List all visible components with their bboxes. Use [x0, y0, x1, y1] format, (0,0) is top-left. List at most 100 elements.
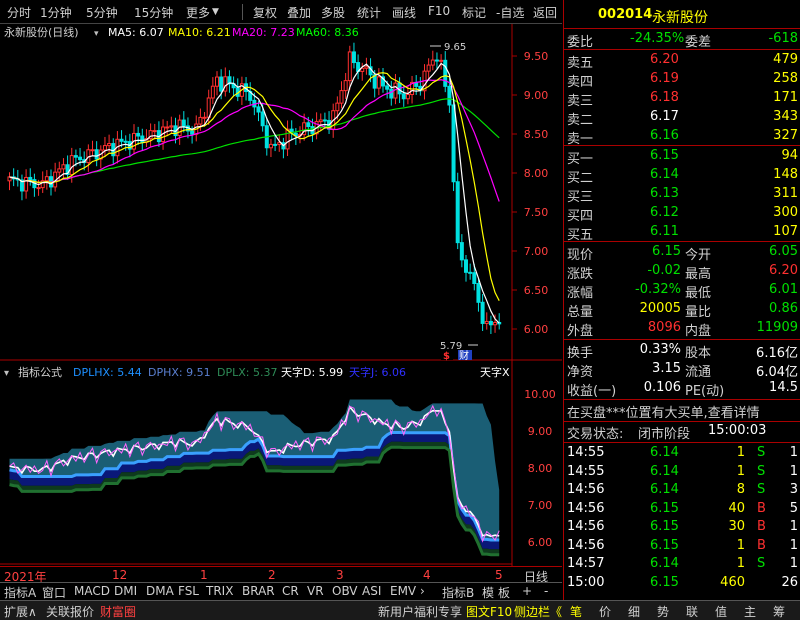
period-more-button[interactable]: 更多	[186, 4, 210, 21]
tab-brar[interactable]: BRAR	[242, 584, 275, 598]
finance-icon[interactable]: 财	[459, 349, 469, 362]
close-indicator-button[interactable]: 天字X	[480, 365, 510, 379]
candle	[376, 68, 381, 96]
tab-dmi[interactable]: DMI	[114, 584, 137, 598]
ask-row[interactable]: 卖四 6.19 258	[564, 70, 800, 90]
back-button[interactable]: 返回	[533, 4, 557, 21]
remove-window-button[interactable]: -	[544, 584, 548, 598]
tick-row[interactable]: 15:00 6.15 460 26	[564, 574, 800, 593]
tick-row[interactable]: 14:56 6.15 40 B 5	[564, 500, 800, 519]
wealth-circle-button[interactable]: 财富圈	[100, 603, 136, 620]
tab-trades[interactable]: 笔	[570, 603, 582, 620]
tab-obv[interactable]: OBV	[332, 584, 358, 598]
tab-main[interactable]: 主	[744, 603, 756, 620]
period-1min-button[interactable]: 1分钟	[40, 4, 72, 21]
chevron-right-icon[interactable]: ›	[420, 584, 425, 598]
draw-line-button[interactable]: 画线	[392, 4, 416, 21]
stat-row[interactable]: 涨幅 -0.32% 最低 6.01	[564, 281, 800, 301]
tab-vr[interactable]: VR	[307, 584, 324, 598]
fuquan-button[interactable]: 复权	[253, 4, 277, 21]
tick-row[interactable]: 14:55 6.14 1 S 1	[564, 444, 800, 463]
bid-row[interactable]: 买四 6.12 300	[564, 204, 800, 224]
tab-chips[interactable]: 筹	[773, 603, 785, 620]
fin-row[interactable]: 换手 0.33% 股本 6.16亿	[564, 341, 800, 361]
weicha-value: -618	[768, 31, 798, 46]
stat-row[interactable]: 现价 6.15 今开 6.05	[564, 243, 800, 263]
overlay-button[interactable]: 叠加	[287, 4, 311, 21]
tick-row[interactable]: 14:56 6.15 30 B 1	[564, 518, 800, 537]
candle	[227, 70, 232, 93]
stat-row[interactable]: 外盘 8096 内盘 11909	[564, 319, 800, 339]
tick-row[interactable]: 14:57 6.14 1 S 1	[564, 555, 800, 574]
bid-row[interactable]: 买三 6.13 311	[564, 185, 800, 205]
tab-dma[interactable]: DMA	[146, 584, 174, 598]
tab-emv[interactable]: EMV	[390, 584, 416, 598]
bid-row[interactable]: 买二 6.14 148	[564, 166, 800, 186]
add-window-button[interactable]: +	[522, 584, 532, 598]
ask-label: 卖五	[567, 56, 594, 71]
tab-trix[interactable]: TRIX	[206, 584, 233, 598]
tab-indicator-b[interactable]: 指标B	[442, 584, 474, 601]
remove-watchlist-button[interactable]: -自选	[496, 4, 524, 21]
ask-volume: 343	[773, 109, 798, 124]
tick-volume: 8	[736, 482, 745, 497]
candle	[484, 312, 489, 330]
tab-asi[interactable]: ASI	[362, 584, 381, 598]
chevron-down-icon[interactable]: ▾	[4, 368, 9, 379]
tab-detail[interactable]: 细	[628, 603, 640, 620]
tick-row[interactable]: 14:55 6.14 1 S 1	[564, 463, 800, 482]
tab-price[interactable]: 价	[599, 603, 611, 620]
stat-row[interactable]: 涨跌 -0.02 最高 6.20	[564, 262, 800, 282]
new-user-benefit-link[interactable]: 新用户福利专享	[378, 603, 462, 620]
stat-value: 6.05	[769, 244, 798, 259]
stat-value: 6.20	[769, 263, 798, 278]
chevron-down-icon[interactable]: ▼	[212, 7, 219, 17]
stat-value: 11909	[756, 320, 798, 335]
period-intraday-button[interactable]: 分时	[7, 4, 31, 21]
indicator-title[interactable]: 指标公式	[18, 365, 62, 379]
tab-window[interactable]: 窗口	[42, 584, 66, 601]
stat-label: 现价	[567, 248, 594, 263]
candle	[364, 57, 369, 75]
statistics-button[interactable]: 统计	[357, 4, 381, 21]
f10-button[interactable]: F10	[428, 4, 450, 18]
tick-row[interactable]: 14:56 6.14 8 S 3	[564, 481, 800, 500]
tab-fsl[interactable]: FSL	[178, 584, 199, 598]
fin-row[interactable]: 收益(一) 0.106 PE(动) 14.5	[564, 379, 800, 399]
tab-cr[interactable]: CR	[282, 584, 299, 598]
graphic-f10-button[interactable]: 图文F10	[466, 603, 512, 620]
ask-row[interactable]: 卖五 6.20 479	[564, 51, 800, 71]
tab-macd[interactable]: MACD	[74, 584, 110, 598]
related-quote-button[interactable]: 关联报价	[46, 603, 94, 620]
fin-row[interactable]: 净资 3.15 流通 6.04亿	[564, 360, 800, 380]
chevron-down-icon[interactable]: ▾	[94, 29, 99, 39]
period-15min-button[interactable]: 15分钟	[134, 4, 173, 21]
bid-row[interactable]: 买一 6.15 94	[564, 147, 800, 167]
ask-row[interactable]: 卖三 6.18 171	[564, 89, 800, 109]
sidebar-toggle-button[interactable]: 侧边栏《	[514, 603, 562, 620]
ask-row[interactable]: 卖二 6.17 343	[564, 108, 800, 128]
tick-row[interactable]: 14:56 6.15 1 B 1	[564, 537, 800, 556]
dollar-icon[interactable]: $	[443, 351, 450, 362]
y-tick: 9.00	[524, 89, 549, 102]
tick-price: 6.14	[650, 445, 679, 460]
tab-related[interactable]: 联	[686, 603, 698, 620]
stat-row[interactable]: 总量 20005 量比 0.86	[564, 300, 800, 320]
period-5min-button[interactable]: 5分钟	[86, 4, 118, 21]
candle	[28, 168, 33, 186]
candle	[389, 80, 394, 106]
candle	[422, 64, 427, 100]
big-order-notice[interactable]: 在买盘***位置有大买单,查看详情	[567, 402, 760, 421]
tab-indicator-a[interactable]: 指标A	[4, 584, 36, 601]
ask-row[interactable]: 卖一 6.16 327	[564, 127, 800, 147]
mark-button[interactable]: 标记	[462, 4, 486, 21]
kline-chart-area[interactable]: 永新股份(日线) ▾ MA5: 6.07 MA10: 6.21 MA20: 7.…	[0, 24, 562, 566]
notice-row[interactable]: 在买盘***位置有大买单,查看详情	[564, 401, 800, 421]
tab-value[interactable]: 值	[715, 603, 727, 620]
tab-board[interactable]: 板	[498, 584, 510, 601]
tab-template[interactable]: 模	[482, 584, 494, 601]
expand-button[interactable]: 扩展∧	[4, 603, 37, 620]
bid-row[interactable]: 买五 6.11 107	[564, 223, 800, 243]
tab-trend[interactable]: 势	[657, 603, 669, 620]
multi-stock-button[interactable]: 多股	[321, 4, 345, 21]
